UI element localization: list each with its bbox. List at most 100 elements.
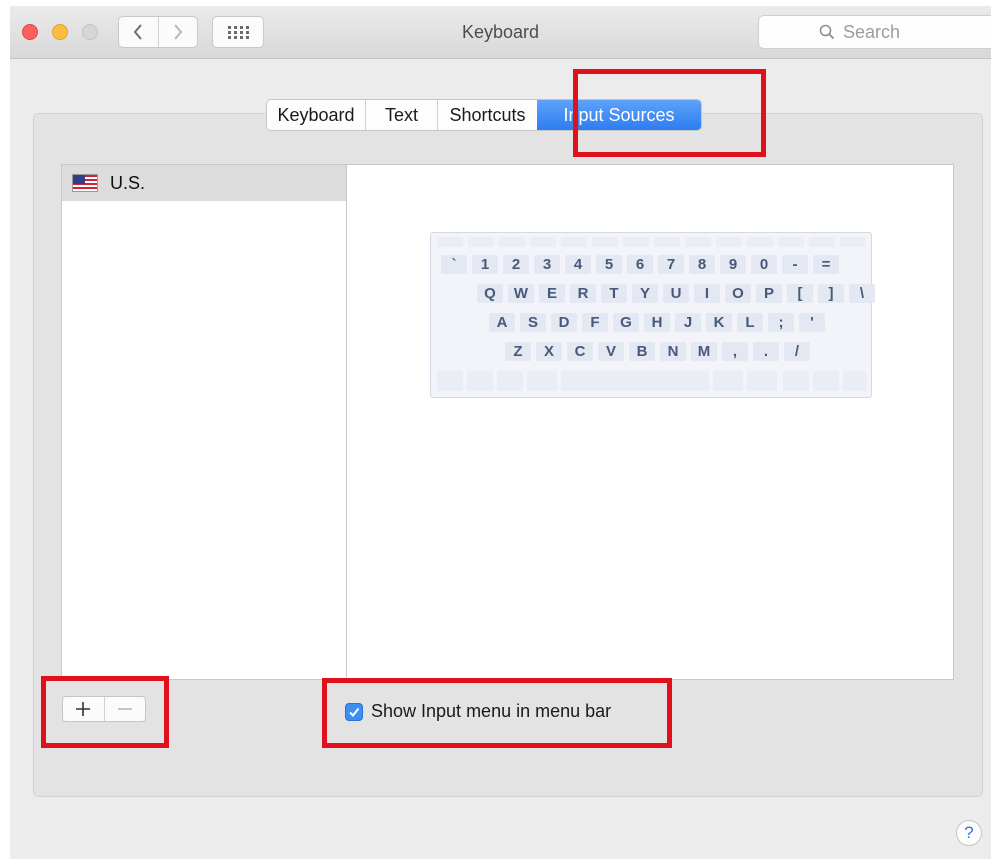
keyboard-key: 6 <box>627 255 653 274</box>
keyboard-key: T <box>601 284 627 303</box>
keyboard-key: 3 <box>534 255 560 274</box>
input-sources-list: U.S. <box>61 164 347 680</box>
keyboard-key: Y <box>632 284 658 303</box>
show-all-button[interactable] <box>212 16 264 48</box>
keyboard-key: R <box>570 284 596 303</box>
zoom-window-button[interactable] <box>82 24 98 40</box>
tab-text[interactable]: Text <box>365 100 437 130</box>
keyboard-key: - <box>782 255 808 274</box>
chevron-right-icon <box>173 24 183 40</box>
keyboard-key: K <box>706 313 732 332</box>
keyboard-key: 2 <box>503 255 529 274</box>
keyboard-key: L <box>737 313 763 332</box>
tab-input-sources[interactable]: Input Sources <box>537 100 701 130</box>
chevron-left-icon <box>133 24 143 40</box>
keyboard-key: 8 <box>689 255 715 274</box>
keyboard-blank-key <box>467 371 493 391</box>
keyboard-blank-key <box>530 237 556 247</box>
remove-input-source-button[interactable] <box>103 697 146 721</box>
keyboard-key: B <box>629 342 655 361</box>
keyboard-key: / <box>784 342 810 361</box>
keyboard-key: ` <box>441 255 467 274</box>
help-button[interactable]: ? <box>956 820 982 846</box>
us-flag-icon <box>72 174 98 192</box>
keyboard-key: P <box>756 284 782 303</box>
keyboard-blank-key <box>778 237 804 247</box>
keyboard-key: I <box>694 284 720 303</box>
keyboard-key: ; <box>768 313 794 332</box>
keyboard-blank-key <box>654 237 680 247</box>
keyboard-layout-preview: ` 1 2 3 4 5 6 7 8 9 0- = Q W E R T Y U I O P [] \ A S D F G H J K L; ' Z X C… <box>430 232 875 398</box>
title-bar: Keyboard <box>10 6 991 59</box>
keyboard-key: ' <box>799 313 825 332</box>
keyboard-key: 0 <box>751 255 777 274</box>
keyboard-key: Q <box>477 284 503 303</box>
preferences-window: Keyboard Keyboard Text Shortcuts Input S… <box>10 6 991 859</box>
keyboard-blank-key <box>685 237 711 247</box>
keyboard-key: U <box>663 284 689 303</box>
keyboard-key: . <box>753 342 779 361</box>
add-remove-control <box>62 696 146 722</box>
plus-icon <box>76 702 91 716</box>
tab-keyboard[interactable]: Keyboard <box>267 100 365 130</box>
keyboard-key: F <box>582 313 608 332</box>
keyboard-blank-key <box>716 237 742 247</box>
list-item-label: U.S. <box>110 172 146 193</box>
tab-shortcuts[interactable]: Shortcuts <box>437 100 537 130</box>
keyboard-blank-key <box>783 371 809 391</box>
keyboard-key: \ <box>849 284 875 303</box>
close-window-button[interactable] <box>22 24 38 40</box>
keyboard-blank-key <box>592 237 618 247</box>
keyboard-blank-key <box>561 237 587 247</box>
keyboard-key: 7 <box>658 255 684 274</box>
keyboard-blank-key <box>809 237 835 247</box>
search-input[interactable] <box>835 21 991 43</box>
keyboard-key: E <box>539 284 565 303</box>
keyboard-key: 5 <box>596 255 622 274</box>
keyboard-key: J <box>675 313 701 332</box>
keyboard-blank-key <box>747 237 773 247</box>
keyboard-blank-key <box>713 371 743 391</box>
keyboard-blank-key <box>437 237 463 247</box>
navigation-buttons <box>118 16 198 48</box>
show-input-menu-checkbox[interactable] <box>345 702 363 721</box>
minus-icon <box>117 708 132 710</box>
keyboard-key: 1 <box>472 255 498 274</box>
keyboard-key: C <box>567 342 593 361</box>
keyboard-key: 9 <box>720 255 746 274</box>
keyboard-key: , <box>722 342 748 361</box>
back-button[interactable] <box>119 17 158 47</box>
minimize-window-button[interactable] <box>52 24 68 40</box>
keyboard-blank-key <box>561 371 709 391</box>
search-icon <box>819 24 835 40</box>
keyboard-key: X <box>536 342 562 361</box>
grid-icon <box>228 26 249 39</box>
keyboard-blank-key <box>843 371 867 391</box>
keyboard-key: G <box>613 313 639 332</box>
keyboard-key: N <box>660 342 686 361</box>
show-input-menu-option[interactable]: Show Input menu in menu bar <box>345 701 611 722</box>
keyboard-key: O <box>725 284 751 303</box>
keyboard-blank-key <box>527 371 557 391</box>
keyboard-key: A <box>489 313 515 332</box>
keyboard-blank-key <box>747 371 777 391</box>
keyboard-key: H <box>644 313 670 332</box>
keyboard-key: ] <box>818 284 844 303</box>
add-input-source-button[interactable] <box>63 697 104 721</box>
keyboard-blank-key <box>497 371 523 391</box>
keyboard-key: [ <box>787 284 813 303</box>
search-field[interactable] <box>758 15 991 49</box>
keyboard-key: = <box>813 255 839 274</box>
keyboard-blank-key <box>468 237 494 247</box>
forward-button[interactable] <box>157 17 198 47</box>
keyboard-key: D <box>551 313 577 332</box>
list-item-us[interactable]: U.S. <box>62 165 346 201</box>
checkmark-icon <box>349 707 360 717</box>
keyboard-key: V <box>598 342 624 361</box>
show-input-menu-label: Show Input menu in menu bar <box>371 701 612 721</box>
keyboard-blank-key <box>840 237 866 247</box>
tab-bar: Keyboard Text Shortcuts Input Sources <box>266 99 702 131</box>
keyboard-key: Z <box>505 342 531 361</box>
keyboard-blank-key <box>813 371 839 391</box>
keyboard-blank-key <box>623 237 649 247</box>
